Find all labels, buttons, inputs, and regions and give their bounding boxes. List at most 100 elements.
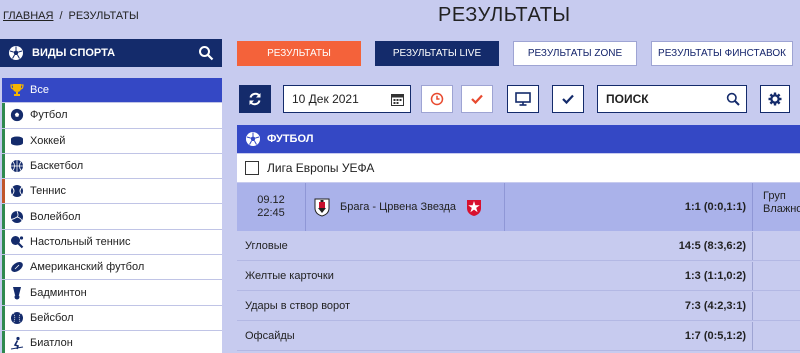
match-score: 1:1 (0:0,1:1) [505, 183, 753, 231]
shuttlecock-icon [10, 286, 24, 300]
stat-row: Удары в створ ворот 7:3 (4:2,3:1) [237, 292, 800, 321]
results-live-button[interactable]: РЕЗУЛЬТАТЫ LIVE [375, 41, 499, 66]
braga-crest-icon [314, 198, 330, 217]
stat-label: Удары в створ ворот [245, 300, 351, 312]
search-input[interactable]: ПОИСК [597, 85, 747, 113]
tennis-ball-icon [10, 184, 24, 198]
sidebar-item-label: Американский футбол [30, 261, 145, 274]
stat-row: Офсайды 1:7 (0:5,1:2) [237, 322, 800, 351]
match-datetime: 09.12 22:45 [237, 183, 305, 231]
stat-label: Офсайды [245, 330, 295, 342]
live-filter-button[interactable] [421, 85, 453, 113]
baseball-icon [10, 311, 24, 325]
sidebar-item-0[interactable]: Все [2, 78, 222, 104]
sidebar-item-label: Теннис [30, 185, 67, 198]
match-extra-line1: Груп [763, 190, 786, 202]
sidebar-item-8[interactable]: Бадминтон [2, 280, 222, 306]
sidebar-item-accent [2, 280, 5, 305]
match-row[interactable]: 09.12 22:45 Брага - Црвена Звезда 1:1 (0… [237, 183, 800, 231]
soccer-ball-icon [246, 132, 260, 146]
sidebar-item-7[interactable]: Американский футбол [2, 255, 222, 281]
sidebar-item-5[interactable]: Волейбол [2, 204, 222, 230]
sidebar-item-label: Настольный теннис [30, 235, 131, 248]
trophy-icon [10, 83, 24, 97]
finished-filter-button[interactable] [461, 85, 493, 113]
refresh-icon [249, 92, 261, 106]
football-icon [10, 108, 24, 122]
american-football-icon [10, 260, 24, 274]
sport-section-header[interactable]: ФУТБОЛ [237, 125, 800, 153]
sidebar-item-accent [2, 204, 5, 229]
search-value: ПОИСК [606, 92, 649, 106]
crvena-zvezda-crest-icon [467, 200, 482, 216]
stat-row: Желтые карточки 1:3 (1:1,0:2) [237, 262, 800, 291]
settings-button[interactable] [760, 85, 790, 113]
results-button[interactable]: РЕЗУЛЬТАТЫ [237, 41, 361, 66]
biathlon-icon [10, 336, 24, 350]
sidebar-item-label: Баскетбол [30, 160, 84, 173]
league-checkbox[interactable] [245, 161, 259, 175]
broadcast-filter-button[interactable] [507, 85, 539, 113]
sidebar-header: ВИДЫ СПОРТА [0, 39, 222, 67]
sidebar-item-accent [2, 103, 5, 128]
sidebar-item-accent [2, 128, 5, 153]
sport-section-title: ФУТБОЛ [267, 133, 314, 145]
table-tennis-icon [10, 235, 24, 249]
breadcrumb-current: РЕЗУЛЬТАТЫ [68, 10, 139, 22]
sidebar-title: ВИДЫ СПОРТА [32, 47, 116, 59]
monitor-icon [515, 92, 531, 106]
hockey-puck-icon [10, 134, 24, 148]
sidebar-item-accent [2, 305, 5, 330]
page-title: РЕЗУЛЬТАТЫ [438, 4, 571, 26]
basketball-icon [10, 159, 24, 173]
search-icon [726, 92, 740, 106]
match-time: 22:45 [257, 207, 285, 219]
sidebar-item-accent [2, 330, 5, 353]
breadcrumb-home-link[interactable]: ГЛАВНАЯ [3, 10, 53, 22]
stat-row: Угловые 14:5 (8:3,6:2) [237, 232, 800, 261]
league-name: Лига Европы УЕФА [267, 161, 375, 175]
search-icon[interactable] [198, 45, 214, 61]
stat-value: 7:3 (4:2,3:1) [573, 292, 753, 320]
select-all-button[interactable] [552, 85, 584, 113]
match-teams: Брага - Црвена Звезда [305, 183, 505, 231]
stat-label: Желтые карточки [245, 270, 334, 282]
refresh-button[interactable] [239, 85, 271, 113]
clock-icon [430, 92, 444, 106]
sidebar-item-9[interactable]: Бейсбол [2, 305, 222, 331]
sidebar-item-label: Все [30, 84, 49, 97]
sidebar-item-accent [2, 229, 5, 255]
stat-value: 1:7 (0:5,1:2) [573, 322, 753, 350]
sidebar-item-label: Футбол [30, 109, 68, 122]
sidebar-item-label: Биатлон [30, 337, 73, 350]
sidebar-item-label: Бейсбол [30, 311, 74, 324]
sidebar-item-accent [2, 153, 5, 179]
sidebar-item-6[interactable]: Настольный теннис [2, 229, 222, 256]
results-zone-button[interactable]: РЕЗУЛЬТАТЫ ZONE [513, 41, 637, 66]
sports-list: Все Футбол Хоккей Баскетбол Теннис Волейбол На… [2, 78, 222, 353]
sidebar-item-1[interactable]: Футбол [2, 103, 222, 129]
sidebar-item-2[interactable]: Хоккей [2, 128, 222, 154]
league-row[interactable]: Лига Европы УЕФА [237, 154, 800, 182]
match-teams-label: Брага - Црвена Звезда [340, 201, 457, 213]
gear-icon [768, 92, 782, 106]
match-extra-line2: Влажност [763, 203, 800, 215]
breadcrumb: ГЛАВНАЯ / РЕЗУЛЬТАТЫ [3, 10, 139, 22]
sidebar-item-4[interactable]: Теннис [2, 179, 222, 205]
match-date: 09.12 [257, 194, 285, 206]
sidebar-item-accent [2, 179, 5, 204]
results-finstavok-button[interactable]: РЕЗУЛЬТАТЫ ФИНСТАВОК [651, 41, 793, 66]
checkmark-icon [471, 94, 483, 105]
date-picker[interactable]: 10 Дек 2021 [283, 85, 411, 113]
breadcrumb-separator: / [59, 10, 63, 22]
sidebar-item-label: Хоккей [30, 134, 66, 147]
match-extra-info: Груп Влажност [753, 183, 800, 231]
sidebar-item-3[interactable]: Баскетбол [2, 153, 222, 180]
soccer-ball-icon [9, 46, 23, 60]
checkmark-icon [562, 94, 574, 105]
sidebar-item-label: Бадминтон [30, 286, 87, 299]
calendar-icon [391, 93, 404, 106]
sidebar-item-accent [2, 255, 5, 280]
sidebar-item-10[interactable]: Биатлон [2, 330, 222, 353]
stat-value: 1:3 (1:1,0:2) [573, 262, 753, 290]
